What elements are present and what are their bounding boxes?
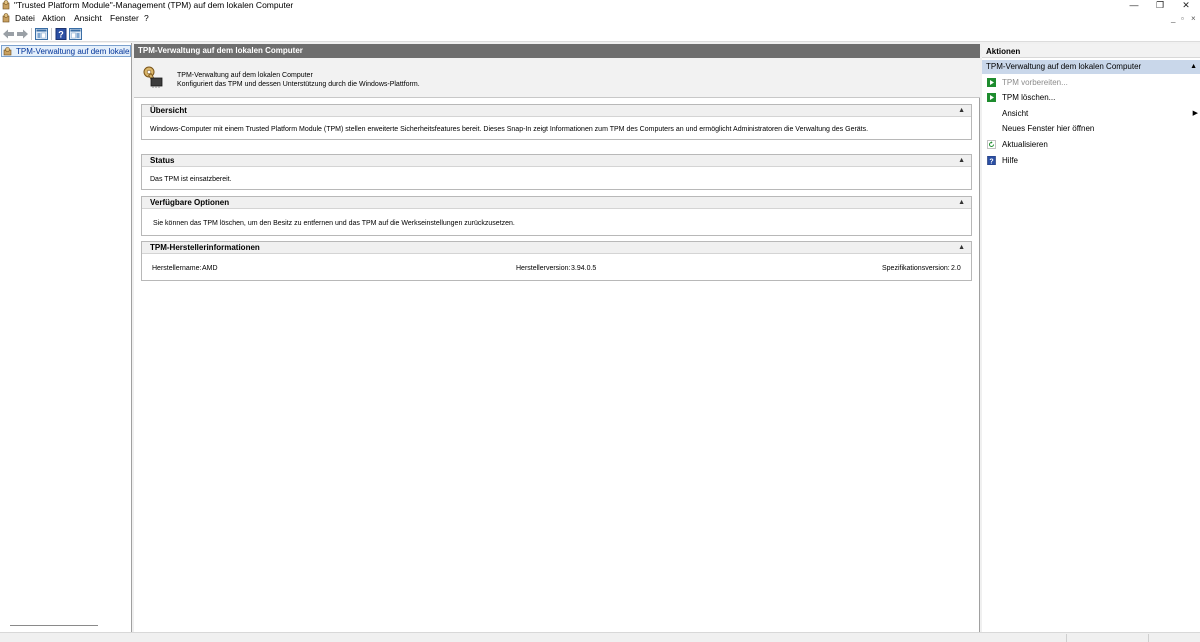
tpm-node-icon xyxy=(3,47,12,56)
child-restore-button[interactable]: ▫ xyxy=(1181,13,1184,24)
action-label: Hilfe xyxy=(1002,156,1019,165)
result-pane: TPM-Verwaltung auf dem lokalen Computer … xyxy=(134,44,980,632)
actions-pane: Aktionen TPM-Verwaltung auf dem lokalen … xyxy=(982,44,1200,632)
manufacturer-name-label: Herstellername: xyxy=(152,265,202,272)
action-aktualisieren[interactable]: Aktualisieren xyxy=(982,138,1200,152)
svg-text:?: ? xyxy=(989,158,993,165)
child-minimize-button[interactable]: _ xyxy=(1171,13,1175,24)
run-green-icon xyxy=(987,93,996,102)
status-bar xyxy=(0,632,1200,642)
manufacturer-section-header[interactable]: TPM-Herstellerinformationen ▲ xyxy=(142,242,971,254)
actions-group-label: TPM-Verwaltung auf dem lokalen Computer xyxy=(986,62,1142,71)
minimize-button[interactable]: — xyxy=(1120,0,1148,10)
status-bar-separator xyxy=(1066,634,1067,642)
action-label: TPM vorbereiten... xyxy=(1002,78,1068,87)
status-section-header[interactable]: Status ▲ xyxy=(142,155,971,167)
actions-title: Aktionen xyxy=(982,44,1200,58)
overview-text: Windows-Computer mit einem Trusted Platf… xyxy=(150,126,869,133)
forward-arrow-icon[interactable] xyxy=(16,28,29,40)
manufacturer-name-value: AMD xyxy=(202,265,218,272)
manufacturer-version-label: Herstellerversion: xyxy=(516,265,571,272)
actions-group-header[interactable]: TPM-Verwaltung auf dem lokalen Computer … xyxy=(982,60,1200,74)
menu-help[interactable]: ? xyxy=(144,13,149,24)
tree-item-tpm-management[interactable]: TPM-Verwaltung auf dem lokalen Computer xyxy=(1,45,131,57)
close-button[interactable]: ✕ xyxy=(1172,0,1200,10)
back-arrow-icon[interactable] xyxy=(2,28,15,40)
action-ansicht[interactable]: Ansicht ▶ xyxy=(982,107,1200,121)
menu-datei[interactable]: Datei xyxy=(15,13,35,24)
action-label: Aktualisieren xyxy=(1002,140,1048,149)
action-label: TPM löschen... xyxy=(1002,93,1056,102)
collapse-icon[interactable]: ▲ xyxy=(958,242,965,253)
menu-ansicht[interactable]: Ansicht xyxy=(74,13,102,24)
menu-aktion[interactable]: Aktion xyxy=(42,13,66,24)
tpm-chip-key-icon xyxy=(143,66,163,88)
overview-section-title: Übersicht xyxy=(150,106,187,115)
menu-fenster[interactable]: Fenster xyxy=(110,13,139,24)
intro-banner: TPM-Verwaltung auf dem lokalen Computer … xyxy=(134,58,980,98)
mmc-window: "Trusted Platform Module"-Management (TP… xyxy=(0,0,1200,642)
overview-section: Übersicht ▲ Windows-Computer mit einem T… xyxy=(141,104,972,140)
intro-title: TPM-Verwaltung auf dem lokalen Computer xyxy=(177,72,313,79)
toolbar: ? xyxy=(0,26,1200,42)
manufacturer-section: TPM-Herstellerinformationen ▲ Hersteller… xyxy=(141,241,972,281)
help-icon[interactable]: ? xyxy=(55,28,68,40)
manufacturer-section-title: TPM-Herstellerinformationen xyxy=(150,243,260,252)
action-neues-fenster[interactable]: Neues Fenster hier öffnen xyxy=(982,122,1200,136)
help-icon: ? xyxy=(987,156,996,165)
submenu-arrow-icon: ▶ xyxy=(1192,110,1198,117)
tpm-app-icon xyxy=(2,0,10,10)
svg-text:?: ? xyxy=(58,30,64,40)
spec-version-value: 2.0 xyxy=(951,265,961,272)
horizontal-scrollbar[interactable] xyxy=(10,625,98,626)
menu-bar: Datei Aktion Ansicht Fenster ? _ ▫ × xyxy=(0,11,1200,26)
show-hide-tree-icon[interactable] xyxy=(35,28,48,40)
collapse-icon[interactable]: ▲ xyxy=(958,105,965,116)
options-section: Verfügbare Optionen ▲ Sie können das TPM… xyxy=(141,196,972,236)
snapin-menu-icon[interactable] xyxy=(2,13,11,23)
options-section-title: Verfügbare Optionen xyxy=(150,198,230,207)
child-close-button[interactable]: × xyxy=(1191,13,1196,24)
intro-description: Konfiguriert das TPM und dessen Unterstü… xyxy=(177,81,420,88)
overview-section-header[interactable]: Übersicht ▲ xyxy=(142,105,971,117)
status-section-title: Status xyxy=(150,156,175,165)
spec-version-label: Spezifikationsversion: xyxy=(882,265,950,272)
collapse-icon[interactable]: ▲ xyxy=(1190,60,1197,74)
action-tpm-loeschen[interactable]: TPM löschen... xyxy=(982,91,1200,105)
toolbar-separator xyxy=(51,28,52,40)
action-tpm-vorbereiten[interactable]: TPM vorbereiten... xyxy=(982,76,1200,90)
status-section: Status ▲ Das TPM ist einsatzbereit. xyxy=(141,154,972,190)
collapse-icon[interactable]: ▲ xyxy=(958,197,965,208)
status-bar-separator xyxy=(1148,634,1149,642)
run-green-icon xyxy=(987,78,996,87)
action-label: Neues Fenster hier öffnen xyxy=(1002,124,1095,133)
manufacturer-version-value: 3.94.0.5 xyxy=(571,265,597,272)
window-title: "Trusted Platform Module"-Management (TP… xyxy=(14,0,294,10)
result-pane-header: TPM-Verwaltung auf dem lokalen Computer xyxy=(134,44,980,58)
options-section-header[interactable]: Verfügbare Optionen ▲ xyxy=(142,197,971,209)
collapse-icon[interactable]: ▲ xyxy=(958,155,965,166)
tree-item-label: TPM-Verwaltung auf dem lokalen Computer xyxy=(16,47,130,56)
restore-button[interactable]: ❐ xyxy=(1146,0,1174,10)
show-hide-action-pane-icon[interactable] xyxy=(69,28,82,40)
action-label: Ansicht xyxy=(1002,109,1029,118)
options-text: Sie können das TPM löschen, um den Besit… xyxy=(153,220,515,227)
console-tree-pane: TPM-Verwaltung auf dem lokalen Computer xyxy=(0,43,132,632)
toolbar-separator xyxy=(31,28,32,40)
status-text: Das TPM ist einsatzbereit. xyxy=(150,176,232,183)
title-bar: "Trusted Platform Module"-Management (TP… xyxy=(0,0,1200,11)
refresh-icon xyxy=(987,140,996,149)
action-hilfe[interactable]: ? Hilfe xyxy=(982,154,1200,168)
